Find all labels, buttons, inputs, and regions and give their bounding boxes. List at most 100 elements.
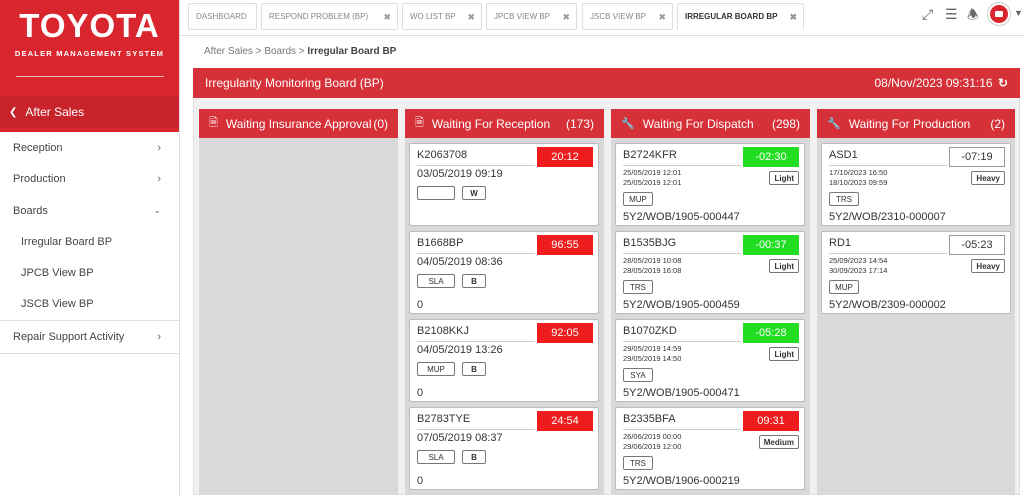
column-header: 🔧 Waiting For Dispatch (298) [611, 109, 810, 138]
close-icon[interactable]: ✖ [789, 12, 797, 23]
tab-irregular-board[interactable]: IRREGULAR BOARD BP ✖ [677, 3, 804, 30]
sidebar-item-label: Boards [13, 204, 48, 217]
dispatch-card[interactable]: B2335BFA 09:31 26/06/2019 00:00 29/06/20… [615, 407, 805, 490]
breadcrumb-current: Irregular Board BP [307, 46, 397, 57]
document-icon: 🗎 [209, 117, 218, 129]
column-title: Waiting For Reception [431, 116, 551, 131]
column-header: 🗎 Waiting Insurance Approval (0) [199, 109, 398, 138]
card-tag: TRS [829, 192, 859, 206]
menu-icon[interactable]: ☰ [945, 6, 958, 23]
card-timer: -05:28 [743, 323, 799, 343]
sidebar-subitem-jscb-view[interactable]: JSCB View BP [0, 289, 179, 320]
chevron-right-icon: › [157, 173, 161, 186]
tab-jpcb-view[interactable]: JPCB VIEW BP ✖ [486, 3, 577, 30]
divider [417, 429, 535, 430]
card-plate: ASD1 [829, 149, 858, 161]
card-date-start: 25/05/2019 12:01 [623, 168, 682, 177]
tab-respond-problem[interactable]: RESPOND PROBLEM (BP) ✖ [261, 3, 398, 30]
card-plate: RD1 [829, 237, 852, 249]
sidebar-item-boards[interactable]: Boards ⌄ [0, 195, 179, 227]
tab-label: JSCB VIEW BP [590, 12, 647, 21]
card-wo-number: 5Y2/WOB/2310-000007 [829, 211, 946, 223]
chevron-right-icon: › [157, 141, 161, 154]
card-timer: 20:12 [537, 147, 593, 167]
card-date-end: 25/05/2019 12:01 [623, 178, 682, 187]
divider [829, 253, 947, 254]
close-icon[interactable]: ✖ [562, 12, 570, 23]
card-plate: B2335BFA [623, 413, 676, 425]
column-count: (0) [373, 116, 388, 131]
card-date-start: 26/06/2019 00:00 [623, 432, 682, 441]
card-tag: W [462, 186, 486, 200]
card-date: 04/05/2019 08:36 [417, 256, 503, 268]
brand-subtitle: DEALER MANAGEMENT SYSTEM [14, 49, 165, 58]
divider [417, 341, 535, 342]
card-date-start: 25/09/2023 14:54 [829, 256, 888, 265]
reception-card[interactable]: B1668BP 96:55 04/05/2019 08:36 SLA B 0 [409, 231, 599, 314]
breadcrumb-boards[interactable]: Boards [264, 46, 296, 57]
card-plate: B1535BJG [623, 237, 677, 249]
card-wo-number: 5Y2/WOB/1905-000471 [623, 387, 740, 399]
sidebar-subitem-jpcb-view[interactable]: JPCB View BP [0, 258, 179, 289]
tab-label: RESPOND PROBLEM (BP) [269, 12, 369, 21]
card-plate: B1070ZKD [623, 325, 677, 337]
reception-card[interactable]: B2108KKJ 92:05 04/05/2019 13:26 MUP B 0 [409, 319, 599, 402]
tab-jscb-view[interactable]: JSCB VIEW BP ✖ [582, 3, 673, 30]
dispatch-card[interactable]: B1535BJG -00:37 28/05/2019 10:08 28/05/2… [615, 231, 805, 314]
card-plate: B2108KKJ [417, 325, 469, 337]
card-timer: -00:37 [743, 235, 799, 255]
card-date: 03/05/2019 09:19 [417, 168, 503, 180]
close-icon[interactable]: ✖ [467, 12, 475, 23]
board-datetime-wrap: 08/Nov/2023 09:31:16 ↻ [874, 76, 1008, 90]
bell-icon[interactable]: 🕭 [967, 6, 979, 28]
brand-divider [15, 76, 164, 77]
reception-card[interactable]: K2063708 20:12 03/05/2019 09:19 W [409, 143, 599, 226]
card-date-start: 17/10/2023 16:50 [829, 168, 888, 177]
card-wo-number: 5Y2/WOB/1905-000447 [623, 211, 740, 223]
sidebar-item-reception[interactable]: Reception › [0, 132, 179, 164]
card-footer: 0 [417, 299, 424, 311]
sidebar-subitem-irregular-board[interactable]: Irregular Board BP [0, 227, 179, 258]
avatar[interactable] [988, 3, 1010, 25]
close-icon[interactable]: ✖ [658, 12, 666, 23]
card-date: 07/05/2019 08:37 [417, 432, 503, 444]
reception-card[interactable]: B2783TYE 24:54 07/05/2019 08:37 SLA B 0 [409, 407, 599, 490]
card-wo-number: 5Y2/WOB/1905-000459 [623, 299, 740, 311]
severity-badge: Heavy [971, 171, 1005, 185]
close-icon[interactable]: ✖ [383, 12, 391, 23]
chevron-down-icon[interactable]: ▼ [1014, 8, 1023, 18]
column-count: (173) [565, 116, 594, 131]
sidebar-item-repair-support[interactable]: Repair Support Activity › [0, 322, 179, 354]
tab-label: WO LIST BP [410, 12, 456, 21]
card-date-start: 29/05/2019 14:59 [623, 344, 682, 353]
card-plate: K2063708 [417, 149, 468, 161]
board-header: Irregularity Monitoring Board (BP) 08/No… [193, 68, 1020, 98]
card-timer: -07:19 [949, 147, 1005, 167]
breadcrumb: After Sales > Boards > Irregular Board B… [204, 46, 396, 57]
column-title: Waiting Insurance Approval [225, 116, 372, 131]
dispatch-card[interactable]: B2724KFR -02:30 25/05/2019 12:01 25/05/2… [615, 143, 805, 226]
tab-dashboard[interactable]: DASHBOARD [188, 3, 257, 30]
column-header: 🔧 Waiting For Production (2) [817, 109, 1015, 138]
card-tag: B [462, 362, 486, 376]
card-date-end: 29/05/2019 14:50 [623, 354, 682, 363]
wrench-icon: 🔧 [621, 118, 635, 130]
fullscreen-icon[interactable]: ⤢ [922, 6, 933, 23]
dispatch-card[interactable]: B1070ZKD -05:28 29/05/2019 14:59 29/05/2… [615, 319, 805, 402]
sidebar-item-production[interactable]: Production › [0, 164, 179, 196]
board-datetime: 08/Nov/2023 09:31:16 [874, 76, 993, 90]
toyota-logo: TOYOTA [19, 7, 160, 44]
production-card[interactable]: ASD1 -07:19 17/10/2023 16:50 18/10/2023 … [821, 143, 1011, 226]
tab-wo-list[interactable]: WO LIST BP ✖ [402, 3, 482, 30]
refresh-icon[interactable]: ↻ [998, 76, 1008, 90]
document-icon: 🗎 [415, 117, 424, 129]
back-after-sales[interactable]: ❮ After Sales [0, 96, 179, 128]
severity-badge: Heavy [971, 259, 1005, 273]
card-tag: MUP [829, 280, 859, 294]
divider [623, 429, 741, 430]
top-bar: DASHBOARD RESPOND PROBLEM (BP) ✖ WO LIST… [180, 0, 1024, 36]
breadcrumb-after-sales[interactable]: After Sales [204, 46, 253, 57]
card-tag [417, 186, 455, 200]
column-title: Waiting For Dispatch [642, 116, 754, 131]
production-card[interactable]: RD1 -05:23 25/09/2023 14:54 30/09/2023 1… [821, 231, 1011, 314]
